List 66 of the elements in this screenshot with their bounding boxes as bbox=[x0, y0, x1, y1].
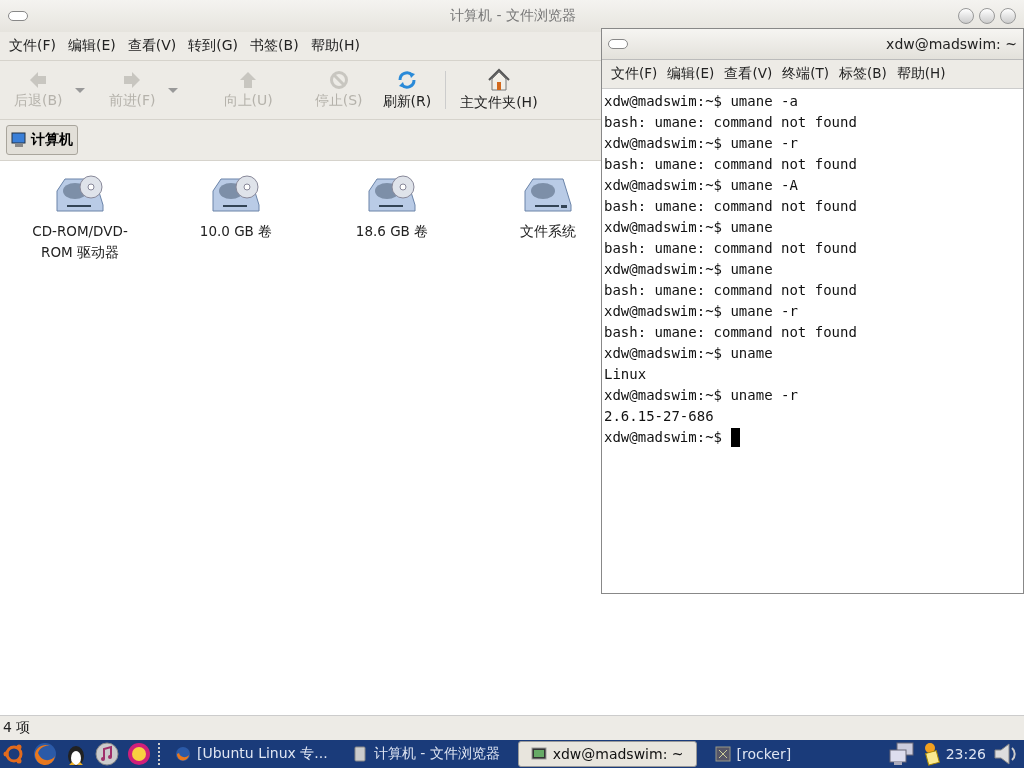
terminal-line: Linux bbox=[604, 365, 647, 384]
taskbar-button[interactable]: [Ubuntu Linux 专... bbox=[169, 741, 334, 767]
terminal-line: xdw@madswim:~$ uname bbox=[604, 344, 773, 363]
drive-icon bbox=[351, 746, 368, 762]
menu-item[interactable]: 编辑(E) bbox=[662, 63, 720, 85]
terminal-line: bash: umane: command not found bbox=[604, 323, 857, 342]
window-title: 计算机 - 文件浏览器 bbox=[449, 7, 577, 25]
menu-item[interactable]: 书签(B) bbox=[245, 35, 304, 57]
close-button[interactable] bbox=[1000, 8, 1016, 24]
drive-label[interactable]: 文件系统 bbox=[520, 221, 576, 242]
globe-fox-icon bbox=[175, 746, 191, 762]
terminal-line: xdw@madswim:~$ umane bbox=[604, 260, 773, 279]
drive-label[interactable]: CD-ROM/DVD-ROM 驱动器 bbox=[20, 221, 140, 263]
menu-item[interactable]: 标签(B) bbox=[833, 63, 892, 85]
menu-item[interactable]: 查看(V) bbox=[122, 35, 182, 57]
menu-item[interactable]: 帮助(H) bbox=[305, 35, 366, 57]
computer-icon bbox=[11, 132, 27, 148]
toolbar-button[interactable]: 刷新(R) bbox=[372, 61, 442, 119]
terminal-line: bash: umane: command not found bbox=[604, 155, 857, 174]
location-button[interactable]: 计算机 bbox=[6, 125, 78, 155]
music-disc-icon[interactable] bbox=[94, 741, 120, 767]
clock[interactable]: 23:26 bbox=[945, 746, 986, 762]
minimize-button[interactable] bbox=[958, 8, 974, 24]
terminal-line: bash: umane: command not found bbox=[604, 281, 857, 300]
left-arrow-icon bbox=[28, 70, 49, 90]
speaker-icon[interactable] bbox=[992, 741, 1018, 767]
drive-label[interactable]: 18.6 GB 卷 bbox=[355, 221, 429, 242]
item-count: 4 项 bbox=[3, 719, 31, 737]
window-title: xdw@madswim: ~ bbox=[885, 36, 1017, 52]
drive-with-disc-icon[interactable] bbox=[209, 173, 263, 215]
terminal-line: bash: umane: command not found bbox=[604, 197, 857, 216]
drive-with-disc-icon[interactable] bbox=[53, 173, 107, 215]
menu-item[interactable]: 终端(T) bbox=[777, 63, 834, 85]
globe-fox-icon[interactable] bbox=[32, 741, 58, 767]
terminal-icon bbox=[530, 746, 547, 762]
terminal-line: xdw@madswim:~$ umane bbox=[604, 218, 773, 237]
taskbar-button[interactable]: 计算机 - 文件浏览器 bbox=[345, 741, 506, 767]
drive-with-disc-icon[interactable] bbox=[365, 173, 419, 215]
menu-item[interactable]: 查看(V) bbox=[719, 63, 778, 85]
terminal-line: xdw@madswim:~$ umane -r bbox=[604, 302, 798, 321]
drive-label[interactable]: 10.0 GB 卷 bbox=[199, 221, 273, 242]
terminal-line: bash: umane: command not found bbox=[604, 239, 857, 258]
text-cursor bbox=[731, 428, 740, 447]
window-menu-button[interactable] bbox=[8, 11, 28, 21]
house-icon bbox=[486, 68, 511, 92]
menu-item[interactable]: 帮助(H) bbox=[891, 63, 951, 85]
right-arrow-icon bbox=[122, 70, 142, 90]
terminal-line: bash: umane: command not found bbox=[604, 113, 857, 132]
terminal-line: 2.6.15-27-686 bbox=[604, 407, 714, 426]
taskbar-button[interactable]: [rocker] bbox=[708, 741, 798, 767]
menu-item[interactable]: 编辑(E) bbox=[63, 35, 121, 57]
menu-item[interactable]: 转到(G) bbox=[183, 35, 244, 57]
window-menu-button[interactable] bbox=[608, 39, 628, 49]
menu-item[interactable]: 文件(F) bbox=[4, 35, 61, 57]
up-arrow-icon bbox=[238, 70, 259, 90]
toolbar-button[interactable]: 主文件夹(H) bbox=[450, 61, 548, 119]
stop-icon bbox=[328, 70, 349, 90]
terminal-line: xdw@madswim:~$ bbox=[604, 428, 722, 447]
maximize-button[interactable] bbox=[979, 8, 995, 24]
terminal-line: xdw@madswim:~$ umane -r bbox=[604, 134, 798, 153]
terminal-line: xdw@madswim:~$ umane -A bbox=[604, 176, 798, 195]
menu-item[interactable]: 文件(F) bbox=[606, 63, 663, 85]
taskbar-button[interactable]: xdw@madswim: ~ bbox=[517, 741, 697, 767]
terminal-line: xdw@madswim:~$ uname -r bbox=[604, 386, 798, 405]
terminal-line: xdw@madswim:~$ umane -a bbox=[604, 92, 798, 111]
network-computers-icon[interactable] bbox=[887, 742, 916, 766]
